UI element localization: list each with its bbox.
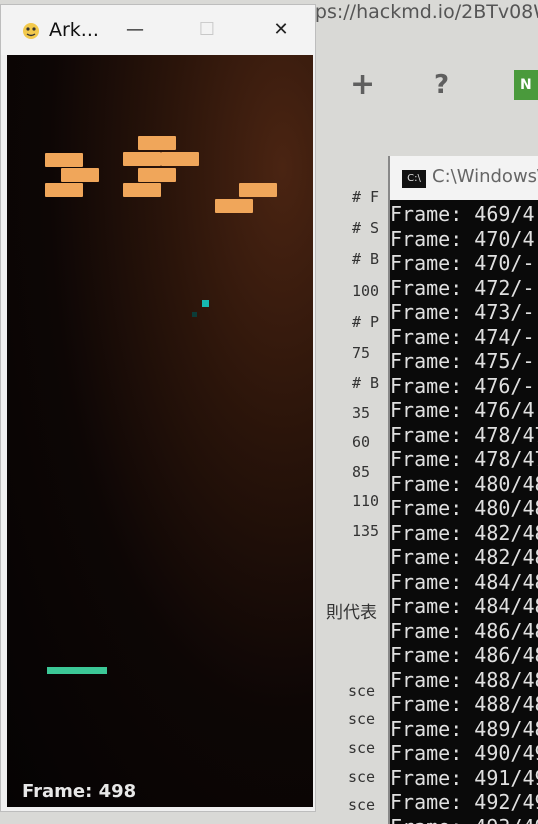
brick (45, 183, 83, 197)
window-titlebar[interactable]: Ark... — ☐ ✕ (1, 5, 315, 55)
console-title: C:\Windows\ (432, 166, 538, 187)
ball-trail (192, 312, 197, 317)
console-line: Frame: 478/47 (390, 422, 538, 447)
editor-toolbar: + ? N (316, 56, 538, 116)
console-line: Frame: 478/47 (390, 447, 538, 471)
editor-line: sce (348, 710, 376, 728)
editor-line: # S (352, 219, 380, 237)
console-line: Frame: 475/- (390, 349, 535, 373)
help-button[interactable]: ? (434, 70, 449, 100)
close-button[interactable]: ✕ (261, 15, 301, 45)
console-line: Frame: 469/4 (390, 202, 535, 226)
console-line: Frame: 476/- (390, 373, 535, 398)
editor-line: # B (352, 250, 380, 268)
brick (123, 183, 161, 197)
editor-line: 100 (352, 282, 380, 300)
command-prompt-icon: C:\ (402, 170, 426, 188)
console-line: Frame: 488/48 (390, 667, 538, 692)
console-line: Frame: 490/49 (390, 741, 538, 765)
editor-line: 75 (352, 344, 371, 362)
console-line: Frame: 486/48 (390, 618, 538, 643)
console-line: Frame: 482/48 (390, 545, 538, 569)
brick (123, 152, 161, 166)
editor-line: 110 (352, 492, 380, 510)
console-line: Frame: 484/48 (390, 594, 538, 618)
console-line: Frame: 488/48 (390, 692, 538, 716)
brick (138, 136, 176, 150)
minimize-button[interactable]: — (115, 15, 155, 45)
console-line: Frame: 476/4 (390, 398, 535, 422)
console-line: Frame: 470/4 (390, 226, 535, 251)
brick (45, 153, 83, 167)
browser-url[interactable]: ttps://hackmd.io/2BTv08W (300, 0, 538, 28)
ball (202, 300, 209, 307)
editor-line: sce (348, 796, 376, 814)
window-title: Ark... (49, 19, 99, 41)
console-line: Frame: 492/49 (390, 790, 538, 814)
console-line: Frame: 472/- (390, 275, 535, 300)
editor-line: sce (348, 682, 376, 700)
brick (61, 168, 99, 182)
game-window[interactable]: Ark... — ☐ ✕ Frame: 498 (0, 4, 316, 812)
editor-line: 35 (352, 404, 371, 422)
paddle (47, 667, 107, 674)
brick (215, 199, 253, 213)
console-line: Frame: 474/- (390, 324, 535, 349)
console-line: Frame: 480/48 (390, 496, 538, 520)
editor-line: # F (352, 188, 380, 206)
console-line: Frame: 484/48 (390, 569, 538, 594)
console-line: Frame: 470/- (390, 251, 535, 275)
editor-line: 85 (352, 463, 371, 481)
console-window[interactable]: C:\ C:\Windows\ Frame: 469/4 Frame: 470/4… (388, 156, 538, 824)
editor-line: 60 (352, 433, 371, 451)
console-line: Frame: 480/48 (390, 471, 538, 496)
new-note-button[interactable]: + (350, 70, 375, 100)
editor-line: 135 (352, 522, 380, 540)
new-button[interactable]: N (514, 70, 538, 100)
console-line: Frame: 489/48 (390, 716, 538, 741)
console-titlebar[interactable]: C:\ C:\Windows\ (390, 156, 538, 200)
brick (161, 152, 199, 166)
editor-line: # P (352, 313, 380, 331)
console-line: Frame: 491/49 (390, 765, 538, 790)
frame-counter: Frame: 498 (22, 781, 137, 802)
console-line: Frame: 482/48 (390, 520, 538, 545)
console-line: Frame: 486/48 (390, 643, 538, 667)
console-line: Frame: 473/- (390, 300, 535, 324)
python-snake-icon (23, 23, 39, 39)
brick (239, 183, 277, 197)
console-line: Frame: 493/49 (390, 815, 538, 824)
editor-line: sce (348, 768, 376, 786)
brick (138, 168, 176, 182)
maximize-button[interactable]: ☐ (187, 15, 227, 45)
game-canvas[interactable]: Frame: 498 (7, 55, 313, 807)
editor-line: sce (348, 739, 376, 757)
editor-cjk-text: 則代表 (326, 603, 377, 623)
editor-line: # B (352, 374, 380, 392)
